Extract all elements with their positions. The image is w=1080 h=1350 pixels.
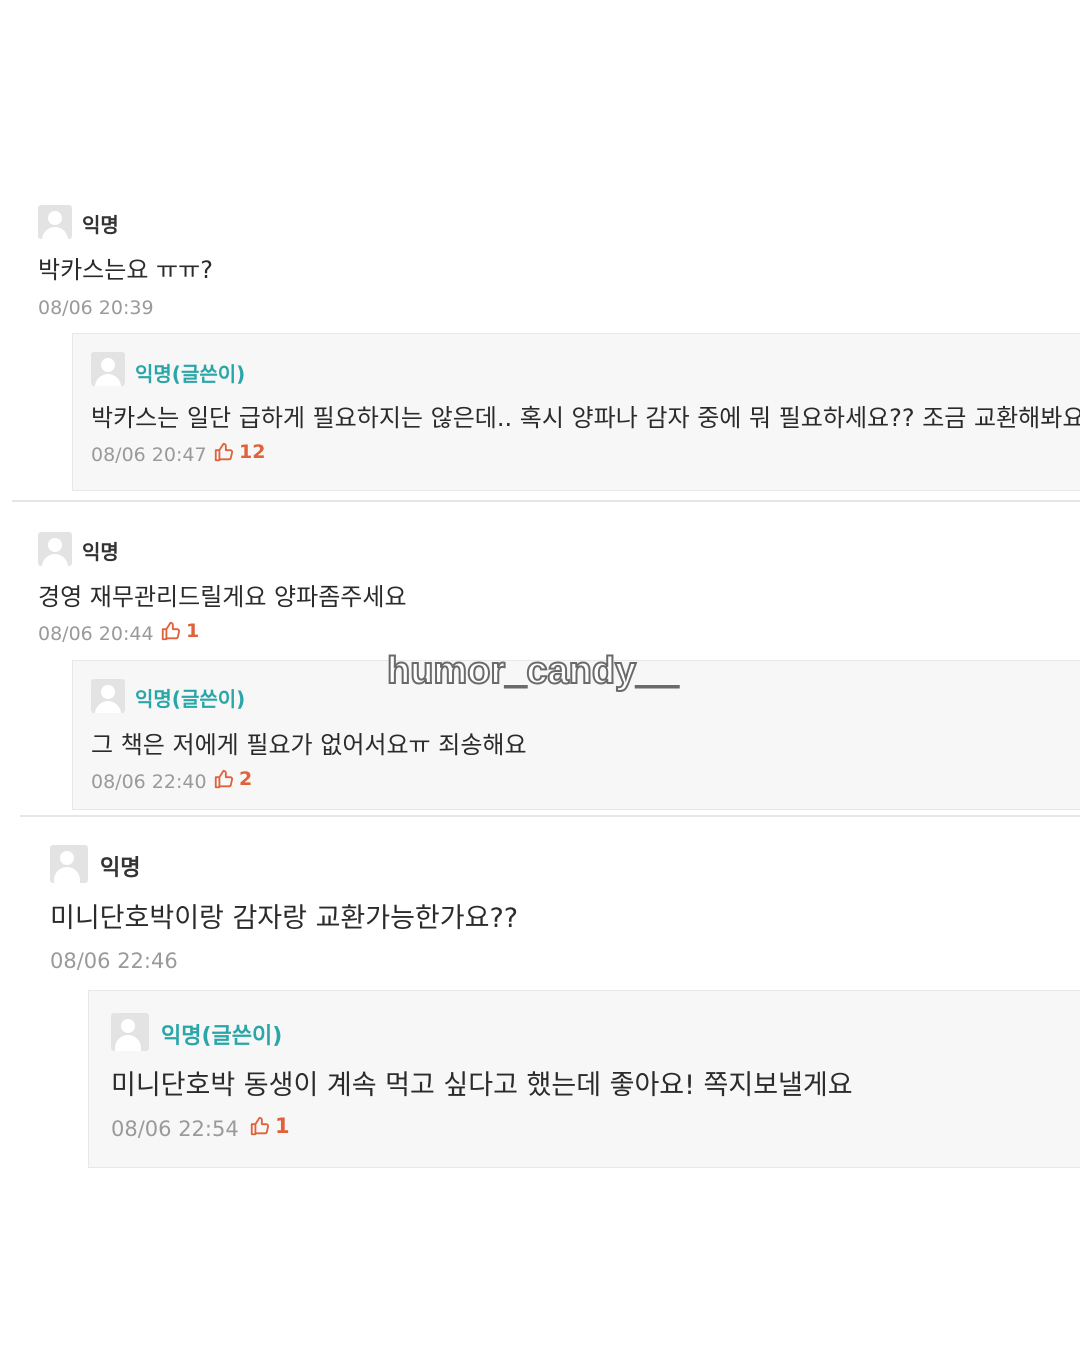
thumbs-up-icon	[214, 769, 233, 789]
user-avatar-icon[interactable]	[50, 845, 88, 883]
divider	[12, 500, 1080, 502]
like-count: 12	[239, 441, 266, 463]
thumbs-up-icon	[214, 442, 233, 462]
like-button[interactable]: 2	[213, 768, 252, 790]
like-button[interactable]: 1	[249, 1114, 290, 1138]
reply-box: 익명(글쓴이) 박카스는 일단 급하게 필요하지는 않은데.. 혹시 양파나 감…	[72, 333, 1080, 491]
reply-timestamp: 08/06 22:40	[91, 771, 207, 793]
comment-author[interactable]: 익명	[100, 850, 140, 882]
thumbs-up-icon	[250, 1116, 269, 1136]
like-count: 1	[275, 1114, 290, 1138]
user-avatar-icon[interactable]	[38, 205, 72, 239]
comment-author[interactable]: 익명	[82, 209, 119, 238]
comment-timestamp: 08/06 20:39	[38, 297, 154, 319]
reply-timestamp: 08/06 20:47	[91, 444, 207, 466]
divider	[20, 815, 1080, 817]
reply-box: 익명(글쓴이) 미니단호박 동생이 계속 먹고 싶다고 했는데 좋아요! 쪽지보…	[88, 990, 1080, 1168]
comment-author[interactable]: 익명	[82, 536, 119, 565]
reply-text: 박카스는 일단 급하게 필요하지는 않은데.. 혹시 양파나 감자 중에 뭐 필…	[91, 404, 1080, 432]
comment-text: 미니단호박이랑 감자랑 교환가능한가요??	[50, 903, 519, 934]
reply-author[interactable]: 익명(글쓴이)	[135, 683, 245, 712]
user-avatar-icon[interactable]	[111, 1013, 149, 1051]
comment-timestamp: 08/06 20:44	[38, 623, 154, 645]
reply-author[interactable]: 익명(글쓴이)	[161, 1018, 282, 1050]
user-avatar-icon[interactable]	[91, 679, 125, 713]
reply-author[interactable]: 익명(글쓴이)	[135, 358, 245, 387]
like-button[interactable]: 12	[213, 441, 265, 463]
comment-timestamp: 08/06 22:46	[50, 949, 178, 973]
comment-text: 박카스는요 ㅠㅠ?	[38, 256, 213, 284]
reply-text: 그 책은 저에게 필요가 없어서요ㅠ 죄송해요	[91, 731, 527, 759]
thumbs-up-icon	[161, 621, 180, 641]
like-count: 1	[186, 620, 200, 642]
user-avatar-icon[interactable]	[38, 532, 72, 566]
watermark: humor_candy__	[386, 649, 679, 693]
comment-text: 경영 재무관리드릴게요 양파좀주세요	[38, 583, 407, 611]
reply-timestamp: 08/06 22:54	[111, 1117, 239, 1141]
like-count: 2	[239, 768, 253, 790]
user-avatar-icon[interactable]	[91, 352, 125, 386]
like-button[interactable]: 1	[160, 620, 199, 642]
reply-text: 미니단호박 동생이 계속 먹고 싶다고 했는데 좋아요! 쪽지보낼게요	[111, 1070, 853, 1101]
